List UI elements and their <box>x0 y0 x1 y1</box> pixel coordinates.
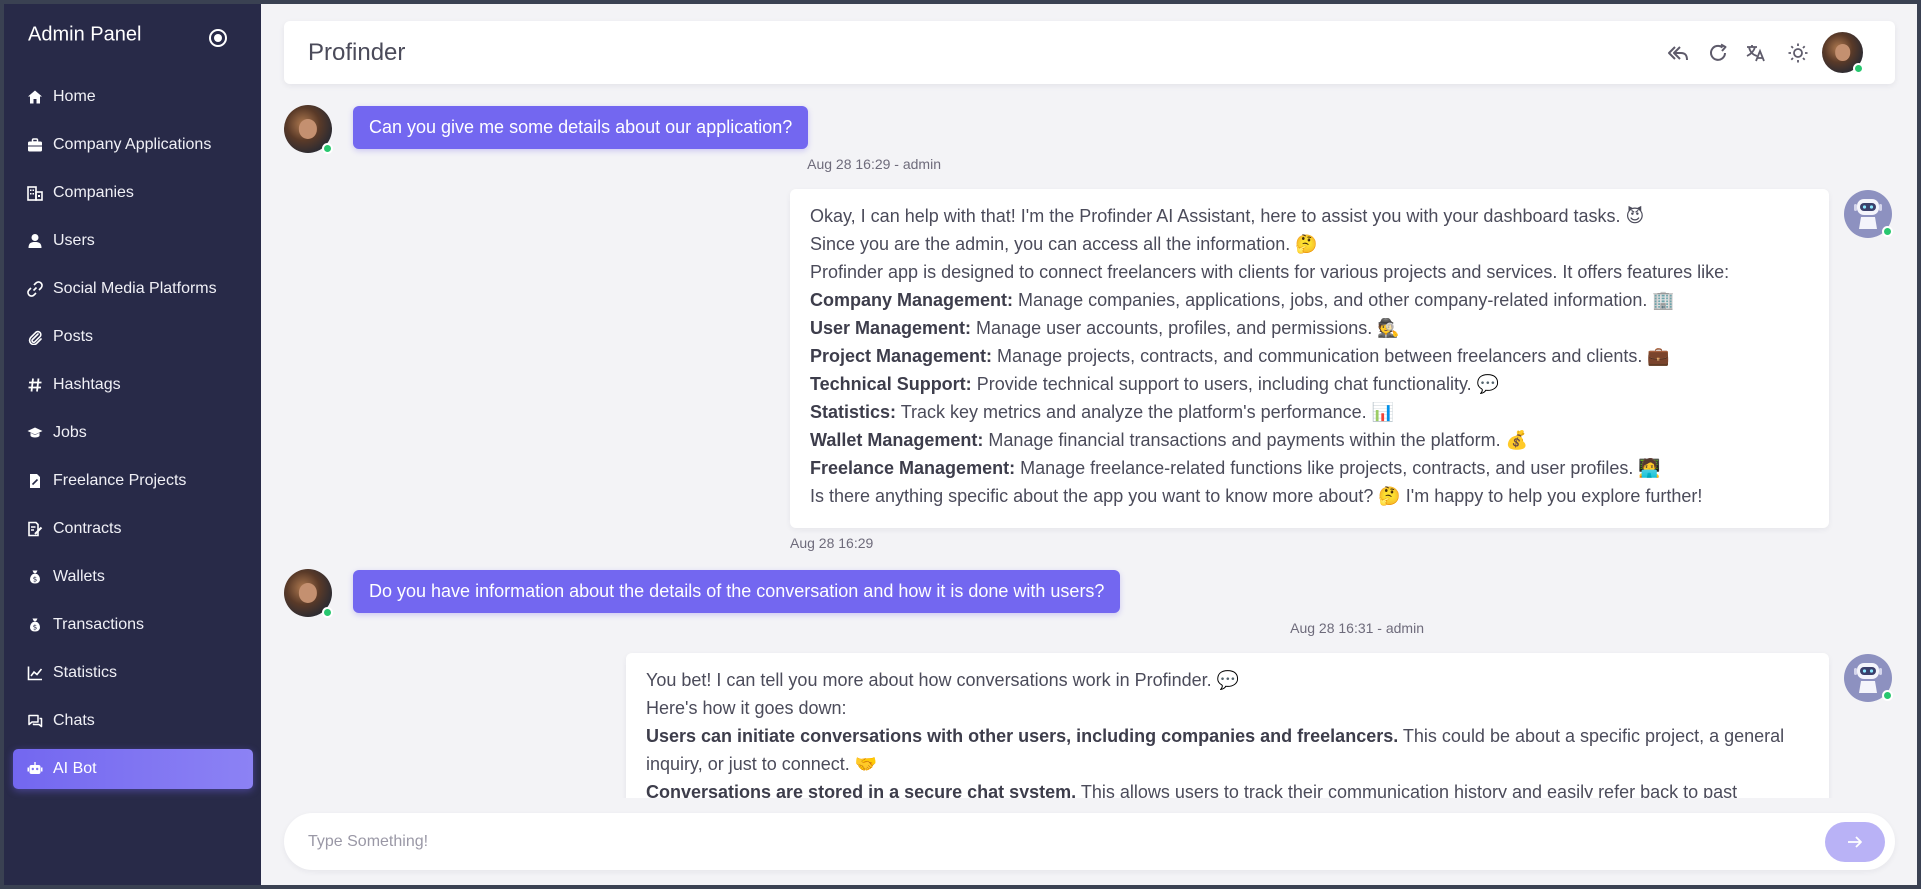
file-edit-icon <box>27 473 43 489</box>
sidebar-item-label: Social Media Platforms <box>53 280 217 297</box>
sidebar-item-jobs[interactable]: Jobs <box>13 413 253 453</box>
robot-icon <box>1854 663 1882 693</box>
sidebar-item-contracts[interactable]: Contracts <box>13 509 253 549</box>
sidebar-item-freelance-projects[interactable]: Freelance Projects <box>13 461 253 501</box>
sidebar-item-label: Companies <box>53 184 134 201</box>
building-icon <box>27 185 43 201</box>
online-status-dot <box>1853 63 1864 74</box>
message-composer <box>284 813 1895 870</box>
user-icon <box>27 233 43 249</box>
sidebar-item-label: Hashtags <box>53 376 121 393</box>
message-line: Statistics: Track key metrics and analyz… <box>810 402 1395 422</box>
message-line: Conversations are stored in a secure cha… <box>646 782 1738 798</box>
chat-icon <box>27 713 43 729</box>
chat-messages: Can you give me some details about our a… <box>261 92 1917 798</box>
reply-all-icon[interactable] <box>1667 42 1689 64</box>
link-icon <box>27 281 43 297</box>
sidebar-item-label: Home <box>53 88 96 105</box>
message-timestamp: Aug 28 16:29 <box>790 535 874 551</box>
sidebar-item-label: Transactions <box>53 616 144 633</box>
sidebar-item-label: Statistics <box>53 664 118 681</box>
sidebar-item-label: Contracts <box>53 520 122 537</box>
sidebar-item-label: Company Applications <box>53 136 212 153</box>
user-message-bubble: Do you have information about the detail… <box>353 570 1121 613</box>
line-chart-icon <box>27 665 43 681</box>
sidebar-title: Admin Panel <box>28 23 142 46</box>
online-status-dot <box>1882 226 1893 237</box>
sidebar-item-label: Jobs <box>53 424 87 441</box>
paperclip-icon <box>27 329 43 345</box>
user-avatar <box>284 105 333 154</box>
sidebar-item-label: AI Bot <box>53 760 97 777</box>
sidebar: Admin Panel Home Company Applications Co… <box>4 4 261 885</box>
sidebar-item-wallets[interactable]: $ Wallets <box>13 557 253 597</box>
sidebar-toggle-icon[interactable] <box>209 29 227 47</box>
message-line: User Management: Manage user accounts, p… <box>810 318 1400 338</box>
sidebar-item-company-applications[interactable]: Company Applications <box>13 125 253 165</box>
graduation-cap-icon <box>27 425 43 441</box>
briefcase-icon <box>27 137 43 153</box>
sidebar-item-label: Freelance Projects <box>53 472 187 489</box>
sidebar-item-users[interactable]: Users <box>13 221 253 261</box>
svg-text:$: $ <box>33 576 37 584</box>
message-line: Freelance Management: Manage freelance-r… <box>810 458 1661 478</box>
message-line: Company Management: Manage companies, ap… <box>810 290 1675 310</box>
sidebar-item-label: Users <box>53 232 95 249</box>
online-status-dot <box>322 607 333 618</box>
sidebar-item-label: Wallets <box>53 568 105 585</box>
message-timestamp: Aug 28 16:31 - admin <box>1290 620 1424 636</box>
sidebar-item-home[interactable]: Home <box>13 77 253 117</box>
top-bar: Profinder <box>284 21 1895 84</box>
sidebar-item-ai-bot[interactable]: AI Bot <box>13 749 253 789</box>
refresh-icon[interactable] <box>1707 42 1729 64</box>
sidebar-item-hashtags[interactable]: Hashtags <box>13 365 253 405</box>
contract-icon <box>27 521 43 537</box>
sidebar-header: Admin Panel <box>4 4 261 62</box>
sidebar-item-posts[interactable]: Posts <box>13 317 253 357</box>
send-button[interactable] <box>1825 821 1885 862</box>
translate-icon[interactable] <box>1745 42 1767 64</box>
message-line: Since you are the admin, you can access … <box>810 234 1318 254</box>
message-input[interactable] <box>308 826 1788 857</box>
message-line: You bet! I can tell you more about how c… <box>646 670 1240 690</box>
sidebar-item-label: Chats <box>53 712 95 729</box>
message-text: Do you have information about the detail… <box>369 581 1105 601</box>
sidebar-item-label: Posts <box>53 328 94 345</box>
hashtag-icon <box>27 377 43 393</box>
sidebar-item-statistics[interactable]: Statistics <box>13 653 253 693</box>
sidebar-item-social-media-platforms[interactable]: Social Media Platforms <box>13 269 253 309</box>
bot-message-bubble: You bet! I can tell you more about how c… <box>626 653 1829 798</box>
message-line: Wallet Management: Manage financial tran… <box>810 430 1529 450</box>
arrow-right-icon <box>1848 835 1862 848</box>
money-bag-icon: $ <box>27 569 43 585</box>
app-window: Admin Panel Home Company Applications Co… <box>4 4 1917 885</box>
sidebar-item-chats[interactable]: Chats <box>13 701 253 741</box>
message-timestamp: Aug 28 16:29 - admin <box>807 156 941 172</box>
message-line: Technical Support: Provide technical sup… <box>810 374 1500 394</box>
bot-avatar <box>1844 190 1893 238</box>
user-avatar <box>284 569 333 618</box>
sidebar-item-transactions[interactable]: $ Transactions <box>13 605 253 645</box>
svg-text:$: $ <box>33 624 37 632</box>
message-line: Profinder app is designed to connect fre… <box>810 262 1730 282</box>
online-status-dot <box>322 143 333 154</box>
robot-icon <box>1854 199 1882 229</box>
sun-icon[interactable] <box>1787 42 1809 64</box>
message-line: Okay, I can help with that! I'm the Prof… <box>810 206 1645 226</box>
robot-icon <box>27 761 43 777</box>
page-title: Profinder <box>308 38 406 66</box>
message-line: Project Management: Manage projects, con… <box>810 346 1670 366</box>
sidebar-item-companies[interactable]: Companies <box>13 173 253 213</box>
money-bag-icon: $ <box>27 617 43 633</box>
bot-avatar <box>1844 654 1893 702</box>
online-status-dot <box>1882 690 1893 701</box>
user-message-bubble: Can you give me some details about our a… <box>353 106 809 149</box>
bot-message-bubble: Okay, I can help with that! I'm the Prof… <box>790 189 1829 528</box>
user-avatar[interactable] <box>1822 32 1864 74</box>
home-icon <box>27 89 43 105</box>
message-line: Users can initiate conversations with ot… <box>646 726 1785 774</box>
message-line: Here's how it goes down: <box>646 698 847 718</box>
message-text: Can you give me some details about our a… <box>369 117 793 137</box>
message-line: Is there anything specific about the app… <box>810 486 1703 506</box>
